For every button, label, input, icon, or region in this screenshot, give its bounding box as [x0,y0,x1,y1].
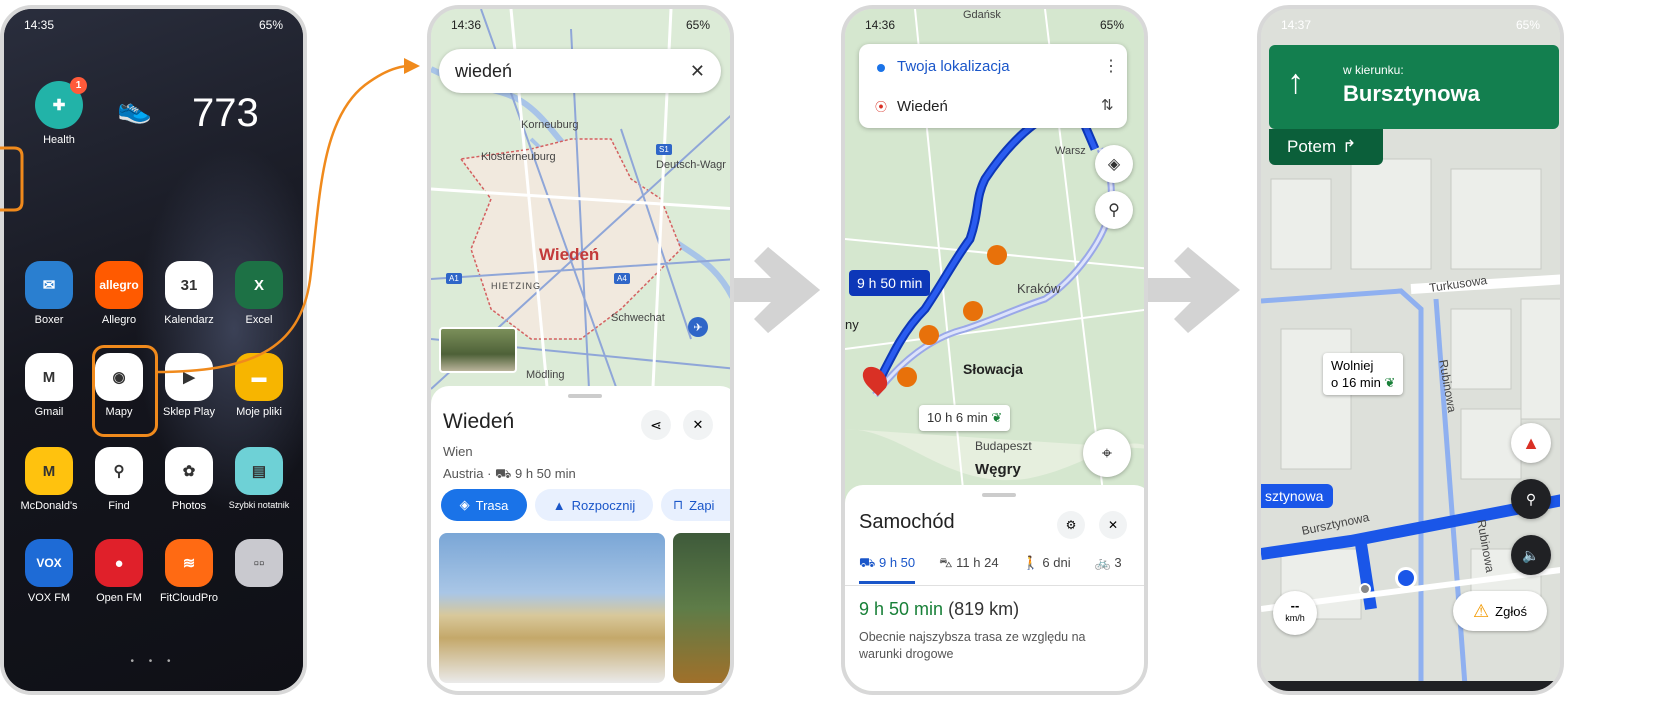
orange-connector-arrow [0,58,420,374]
